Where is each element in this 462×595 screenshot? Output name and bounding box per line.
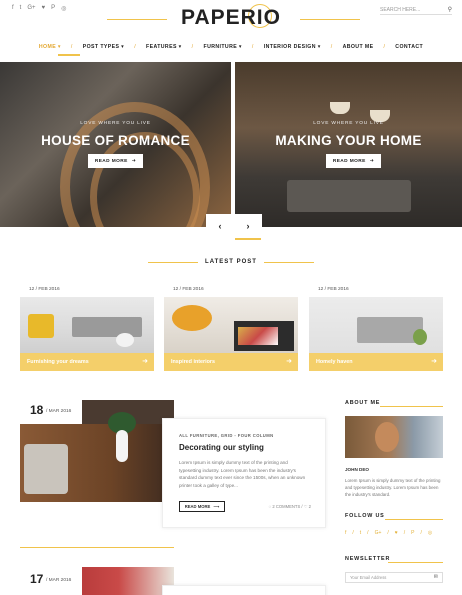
instagram-icon[interactable]: ◎: [428, 530, 432, 536]
twitter-icon[interactable]: t: [360, 530, 361, 536]
slide-title[interactable]: MAKING YOUR HOME: [235, 133, 462, 148]
likes-count[interactable]: / ♡ 2: [301, 504, 311, 509]
latest-post-card[interactable]: 12 / FEB 2016 Inspired interiors ➜: [164, 283, 298, 371]
nav-item-about-me[interactable]: ABOUT ME: [333, 44, 384, 50]
arrow-right-icon: ➜: [369, 158, 375, 164]
read-more-button[interactable]: READ MORE ⟶: [179, 501, 225, 512]
sofa-image: [287, 180, 411, 212]
second-post-box: [162, 585, 326, 595]
lamp-image: [330, 102, 350, 114]
card-date: 12 / FEB 2016: [309, 283, 355, 297]
nav-item-features[interactable]: FEATURES ▾: [136, 44, 192, 50]
post-excerpt: Lorem Ipsum is simply dummy text of the …: [179, 460, 306, 488]
sidebar-divider: [388, 562, 443, 563]
read-more-label: READ MORE: [184, 504, 211, 509]
card-title: Furnishing your dreams: [27, 359, 89, 365]
facebook-icon[interactable]: f: [345, 530, 346, 536]
card-title: Homely haven: [316, 359, 353, 365]
card-title-bar[interactable]: Inspired interiors ➜: [164, 353, 298, 371]
search-icon[interactable]: ⚲: [448, 6, 452, 13]
featured-post-box: ALL FURNITURE, GRID - FOUR COLUMN Decora…: [162, 418, 326, 528]
read-more-button[interactable]: READ MORE ➜: [88, 154, 143, 168]
follow-us-title: FOLLOW US: [345, 513, 385, 519]
card-title-bar[interactable]: Furnishing your dreams ➜: [20, 353, 154, 371]
read-more-label: READ MORE: [332, 158, 366, 164]
heart-icon[interactable]: ♥: [395, 530, 398, 536]
second-post-image[interactable]: [82, 567, 174, 595]
read-more-button[interactable]: READ MORE ➜: [326, 154, 381, 168]
slide-kicker: LOVE WHERE YOU LIVE: [80, 121, 151, 126]
main-nav: HOME ▾ / POST TYPES ▾ / FEATURES ▾ / FUR…: [0, 44, 462, 50]
nav-active-underline: [58, 54, 80, 56]
follow-us-icons: f / t / G+ / ♥ / P / ◎: [345, 530, 432, 536]
latest-post-card[interactable]: 12 / FEB 2016 Furnishing your dreams ➜: [20, 283, 154, 371]
slider-next-button[interactable]: ›: [234, 214, 262, 238]
card-image: [164, 297, 298, 353]
second-post-day: 17: [30, 572, 44, 586]
nav-item-contact[interactable]: CONTACT: [385, 44, 433, 50]
nav-item-home[interactable]: HOME ▾: [29, 44, 71, 50]
featured-post-day: 18: [30, 403, 44, 417]
pinterest-icon[interactable]: P: [411, 530, 414, 536]
slider-controls: ‹ ›: [206, 214, 262, 238]
envelope-icon[interactable]: ✉: [434, 573, 438, 582]
hero-slide-right[interactable]: LOVE WHERE YOU LIVE MAKING YOUR HOME REA…: [235, 62, 462, 227]
newsletter-email-input[interactable]: Your Email Address ✉: [345, 572, 443, 583]
about-me-title: ABOUT ME: [345, 400, 381, 406]
read-more-label: READ MORE: [94, 158, 128, 164]
latest-post-card[interactable]: 12 / FEB 2016 Homely haven ➜: [309, 283, 443, 371]
sidebar-divider: [380, 406, 443, 407]
arrow-right-icon: ➜: [286, 358, 292, 365]
nav-item-post-types[interactable]: POST TYPES ▾: [73, 44, 134, 50]
nav-item-interior-design[interactable]: INTERIOR DESIGN ▾: [254, 44, 331, 50]
card-date: 12 / FEB 2016: [164, 283, 210, 297]
card-image: [309, 297, 443, 353]
post-category[interactable]: ALL FURNITURE, GRID - FOUR COLUMN: [179, 433, 309, 438]
hero-slide-left[interactable]: LOVE WHERE YOU LIVE HOUSE OF ROMANCE REA…: [0, 62, 231, 227]
newsletter-placeholder: Your Email Address: [350, 575, 387, 580]
post-meta: ◌ 2 COMMENTS / ♡ 2: [269, 504, 311, 509]
newsletter-title: NEWSLETTER: [345, 556, 391, 562]
latest-post-title: LATEST POST: [205, 259, 257, 265]
post-divider: [20, 547, 174, 548]
card-date: 12 / FEB 2016: [20, 283, 66, 297]
slide-kicker: LOVE WHERE YOU LIVE: [313, 121, 384, 126]
card-title: Inspired interiors: [171, 359, 216, 365]
google-plus-icon[interactable]: G+: [375, 530, 382, 536]
second-post-month: / MAR 2016: [46, 578, 72, 583]
separator: /: [403, 530, 406, 536]
arrow-right-icon: ⟶: [213, 504, 220, 509]
separator: /: [420, 530, 422, 536]
nav-item-furniture[interactable]: FURNITURE ▾: [194, 44, 252, 50]
card-image: [20, 297, 154, 353]
avatar: [345, 416, 443, 458]
post-title[interactable]: Decorating our styling: [179, 443, 309, 452]
author-name: JOHN DEO: [345, 467, 369, 472]
slide-title[interactable]: HOUSE OF ROMANCE: [0, 133, 231, 148]
search-placeholder: SEARCH HERE...: [380, 6, 421, 13]
search-input[interactable]: SEARCH HERE... ⚲: [380, 5, 452, 15]
separator: /: [387, 530, 389, 536]
featured-post-month: / MAR 2016: [46, 409, 72, 414]
comments-count[interactable]: ◌ 2 COMMENTS: [269, 504, 301, 509]
arrow-right-icon: ➜: [431, 358, 437, 365]
slider-active-underline: [235, 238, 261, 240]
author-bio: Lorem Ipsum is simply dummy text of the …: [345, 478, 441, 498]
sidebar-divider: [385, 519, 443, 520]
separator: /: [367, 530, 369, 536]
arrow-right-icon: ➜: [131, 158, 137, 164]
separator: /: [352, 530, 354, 536]
slider-prev-button[interactable]: ‹: [206, 214, 234, 238]
card-title-bar[interactable]: Homely haven ➜: [309, 353, 443, 371]
arrow-right-icon: ➜: [142, 358, 148, 365]
